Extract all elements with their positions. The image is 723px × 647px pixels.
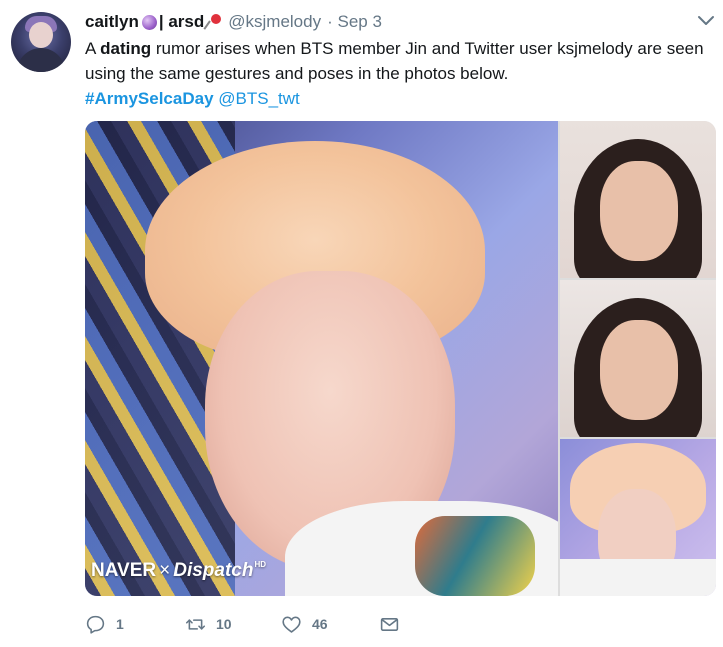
author-avatar[interactable] — [11, 12, 71, 72]
author-name-suffix[interactable]: | arsd — [159, 12, 204, 32]
tweet-media: NAVER × DispatchHD — [85, 121, 716, 596]
like-button[interactable]: 46 — [281, 614, 337, 635]
tweet-text: A dating rumor arises when BTS member Ji… — [85, 36, 717, 86]
envelope-icon — [380, 617, 399, 631]
main-photo[interactable]: NAVER × DispatchHD — [85, 121, 558, 596]
tweet-actions: 1 10 46 — [85, 610, 436, 638]
mention-link[interactable]: @BTS_twt — [218, 89, 300, 108]
thumbnail-photo-3[interactable] — [560, 439, 716, 596]
tweet-text-prefix: A — [85, 39, 96, 58]
pushpin-icon — [203, 13, 222, 31]
author-handle[interactable]: @ksjmelody — [228, 12, 321, 32]
thumbnail-face — [600, 320, 678, 420]
retweet-count: 10 — [216, 616, 232, 632]
thumbnail-photo-2[interactable] — [560, 280, 716, 437]
tweet-text-bold: dating — [100, 39, 152, 58]
author-name[interactable]: caitlyn — [85, 12, 139, 32]
watermark-dispatch: Dispatch — [173, 560, 254, 581]
watermark-naver: NAVER — [91, 560, 157, 581]
thumbnail-face — [600, 161, 678, 261]
tweet-date[interactable]: · Sep 3 — [327, 12, 382, 32]
hoodie-print — [415, 516, 535, 596]
photo-watermark: NAVER × DispatchHD — [91, 560, 266, 582]
tweet-header: caitlyn | arsd @ksjmelody · Sep 3 — [85, 10, 382, 34]
watermark-x: × — [159, 560, 171, 581]
direct-message-button[interactable] — [379, 614, 400, 635]
retweet-button[interactable]: 10 — [185, 614, 237, 635]
chevron-down-icon[interactable] — [697, 14, 715, 28]
thumbnail-hoodie — [560, 559, 716, 596]
watermark-hd: HD — [254, 560, 267, 569]
thumbnail-photo-1[interactable] — [560, 121, 716, 278]
tweet-tags: #ArmySelcaDay @BTS_twt — [85, 86, 300, 111]
reply-button[interactable]: 1 — [85, 614, 137, 635]
hashtag-link[interactable]: #ArmySelcaDay — [85, 89, 214, 108]
avatar-face — [29, 22, 53, 48]
avatar-body — [17, 48, 65, 72]
like-count: 46 — [312, 616, 328, 632]
retweet-icon — [185, 618, 206, 630]
tweet-text-body: rumor arises when BTS member Jin and Twi… — [85, 39, 704, 83]
crystal-ball-icon — [141, 14, 157, 30]
heart-icon — [282, 616, 301, 633]
reply-count: 1 — [116, 616, 124, 632]
reply-icon — [86, 615, 105, 634]
